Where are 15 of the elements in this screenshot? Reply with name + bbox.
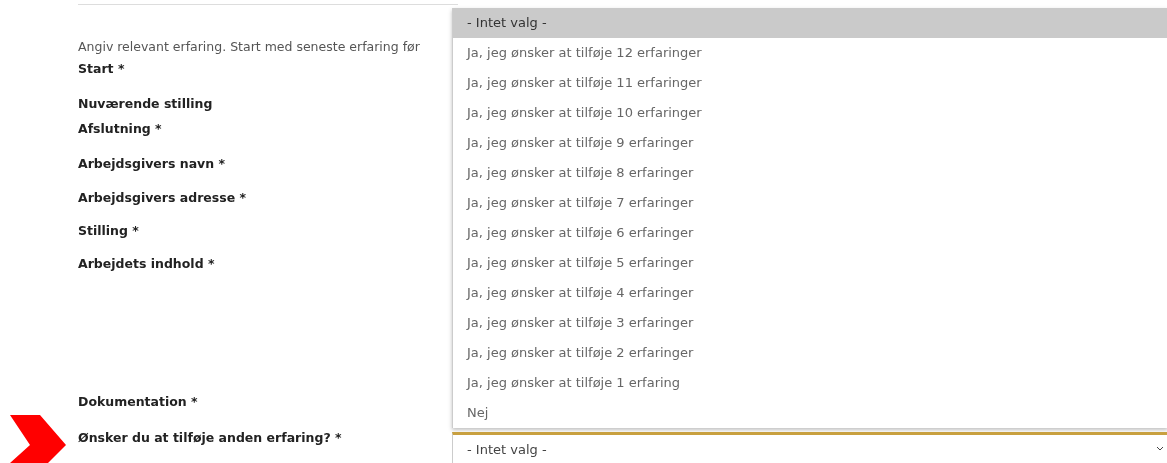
arrow-icon: [10, 415, 66, 463]
field-label: Afslutning *: [78, 120, 163, 138]
dropdown-option[interactable]: - Intet valg -: [453, 8, 1167, 38]
field-label: Nuværende stilling: [78, 95, 214, 113]
field-label: Arbejdsgivers adresse *: [78, 189, 248, 207]
dropdown-option[interactable]: Nej: [453, 398, 1167, 428]
field-label: Arbejdets indhold *: [78, 255, 216, 273]
chevron-down-icon: [1155, 445, 1165, 453]
intro-text: Angiv relevant erfaring. Start med seneste erfaring før: [78, 38, 420, 56]
field-label: Ønsker du at tilføje anden erfaring? *: [78, 429, 343, 447]
field-label: Dokumentation *: [78, 393, 199, 411]
field-label: Arbejdsgivers navn *: [78, 155, 227, 173]
select-field[interactable]: - Intet valg -: [452, 432, 1167, 463]
field-label: Stilling *: [78, 222, 140, 240]
field-label: Start *: [78, 60, 126, 78]
